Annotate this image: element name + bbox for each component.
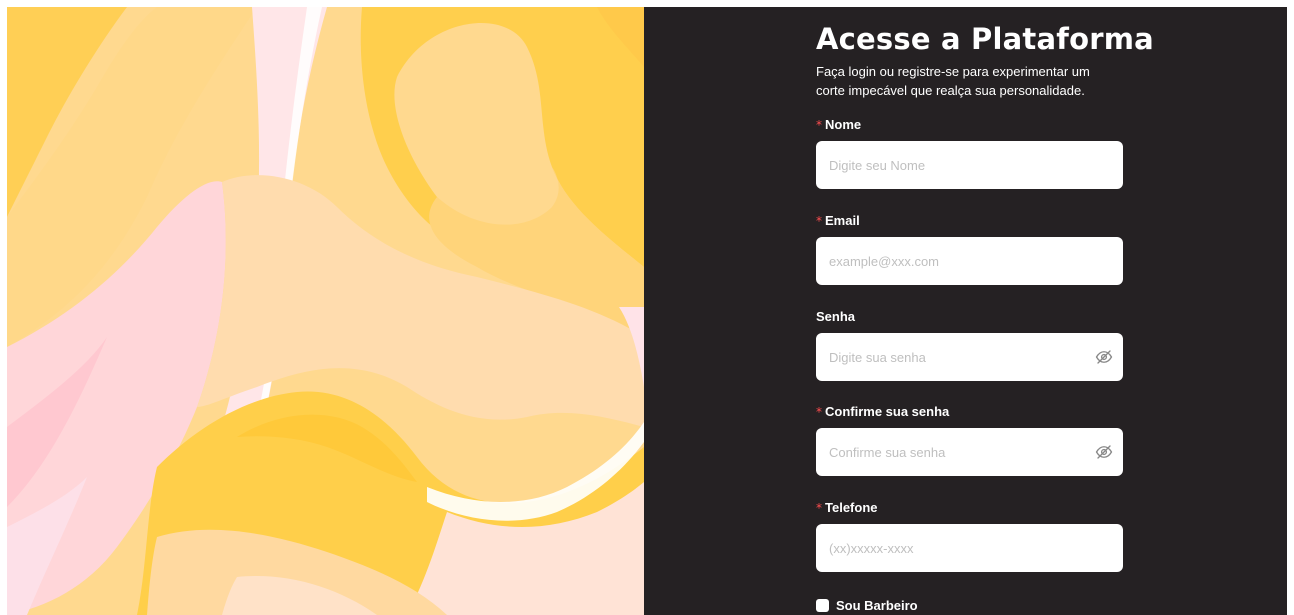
eye-invisible-icon[interactable] — [1095, 443, 1113, 461]
eye-invisible-icon[interactable] — [1095, 348, 1113, 366]
barbeiro-label: Sou Barbeiro — [836, 598, 918, 613]
confirme-senha-label: * Confirme sua senha — [816, 404, 1123, 420]
telefone-label-text: Telefone — [825, 500, 878, 515]
confirme-senha-input-box — [816, 428, 1123, 476]
page-title: Acesse a Plataforma — [816, 22, 1154, 56]
email-label-text: Email — [825, 213, 860, 228]
required-mark: * — [816, 118, 822, 132]
telefone-input[interactable] — [816, 524, 1123, 572]
senha-input[interactable] — [816, 333, 1123, 381]
telefone-field-group: * Telefone — [816, 500, 1123, 572]
nome-input-box — [816, 141, 1123, 189]
barbeiro-option[interactable]: Sou Barbeiro — [816, 598, 918, 613]
telefone-label: * Telefone — [816, 500, 1123, 516]
register-form: Acesse a Plataforma Faça login ou regist… — [816, 21, 1154, 613]
abstract-waves-artwork — [7, 7, 644, 615]
telefone-input-box — [816, 524, 1123, 572]
register-page: Acesse a Plataforma Faça login ou regist… — [0, 0, 1294, 615]
email-field-group: * Email — [816, 213, 1123, 285]
confirme-senha-input[interactable] — [816, 428, 1123, 476]
email-input-box — [816, 237, 1123, 285]
confirme-senha-label-text: Confirme sua senha — [825, 404, 950, 419]
nome-field-group: * Nome — [816, 117, 1123, 189]
decorative-art-panel — [7, 7, 644, 615]
email-label: * Email — [816, 213, 1123, 229]
senha-label: Senha — [816, 309, 1123, 325]
senha-field-group: Senha — [816, 309, 1123, 381]
required-mark: * — [816, 214, 822, 228]
confirme-senha-field-group: * Confirme sua senha — [816, 404, 1123, 476]
nome-label-text: Nome — [825, 117, 862, 132]
register-form-panel: Acesse a Plataforma Faça login ou regist… — [644, 7, 1287, 615]
barbeiro-checkbox[interactable] — [816, 599, 829, 612]
senha-label-text: Senha — [816, 309, 856, 324]
page-subtitle: Faça login ou registre-se para experimen… — [816, 64, 1090, 98]
required-mark: * — [816, 405, 822, 419]
nome-label: * Nome — [816, 117, 1123, 133]
required-mark: * — [816, 501, 822, 515]
nome-input[interactable] — [816, 141, 1123, 189]
email-input[interactable] — [816, 237, 1123, 285]
senha-input-box — [816, 333, 1123, 381]
